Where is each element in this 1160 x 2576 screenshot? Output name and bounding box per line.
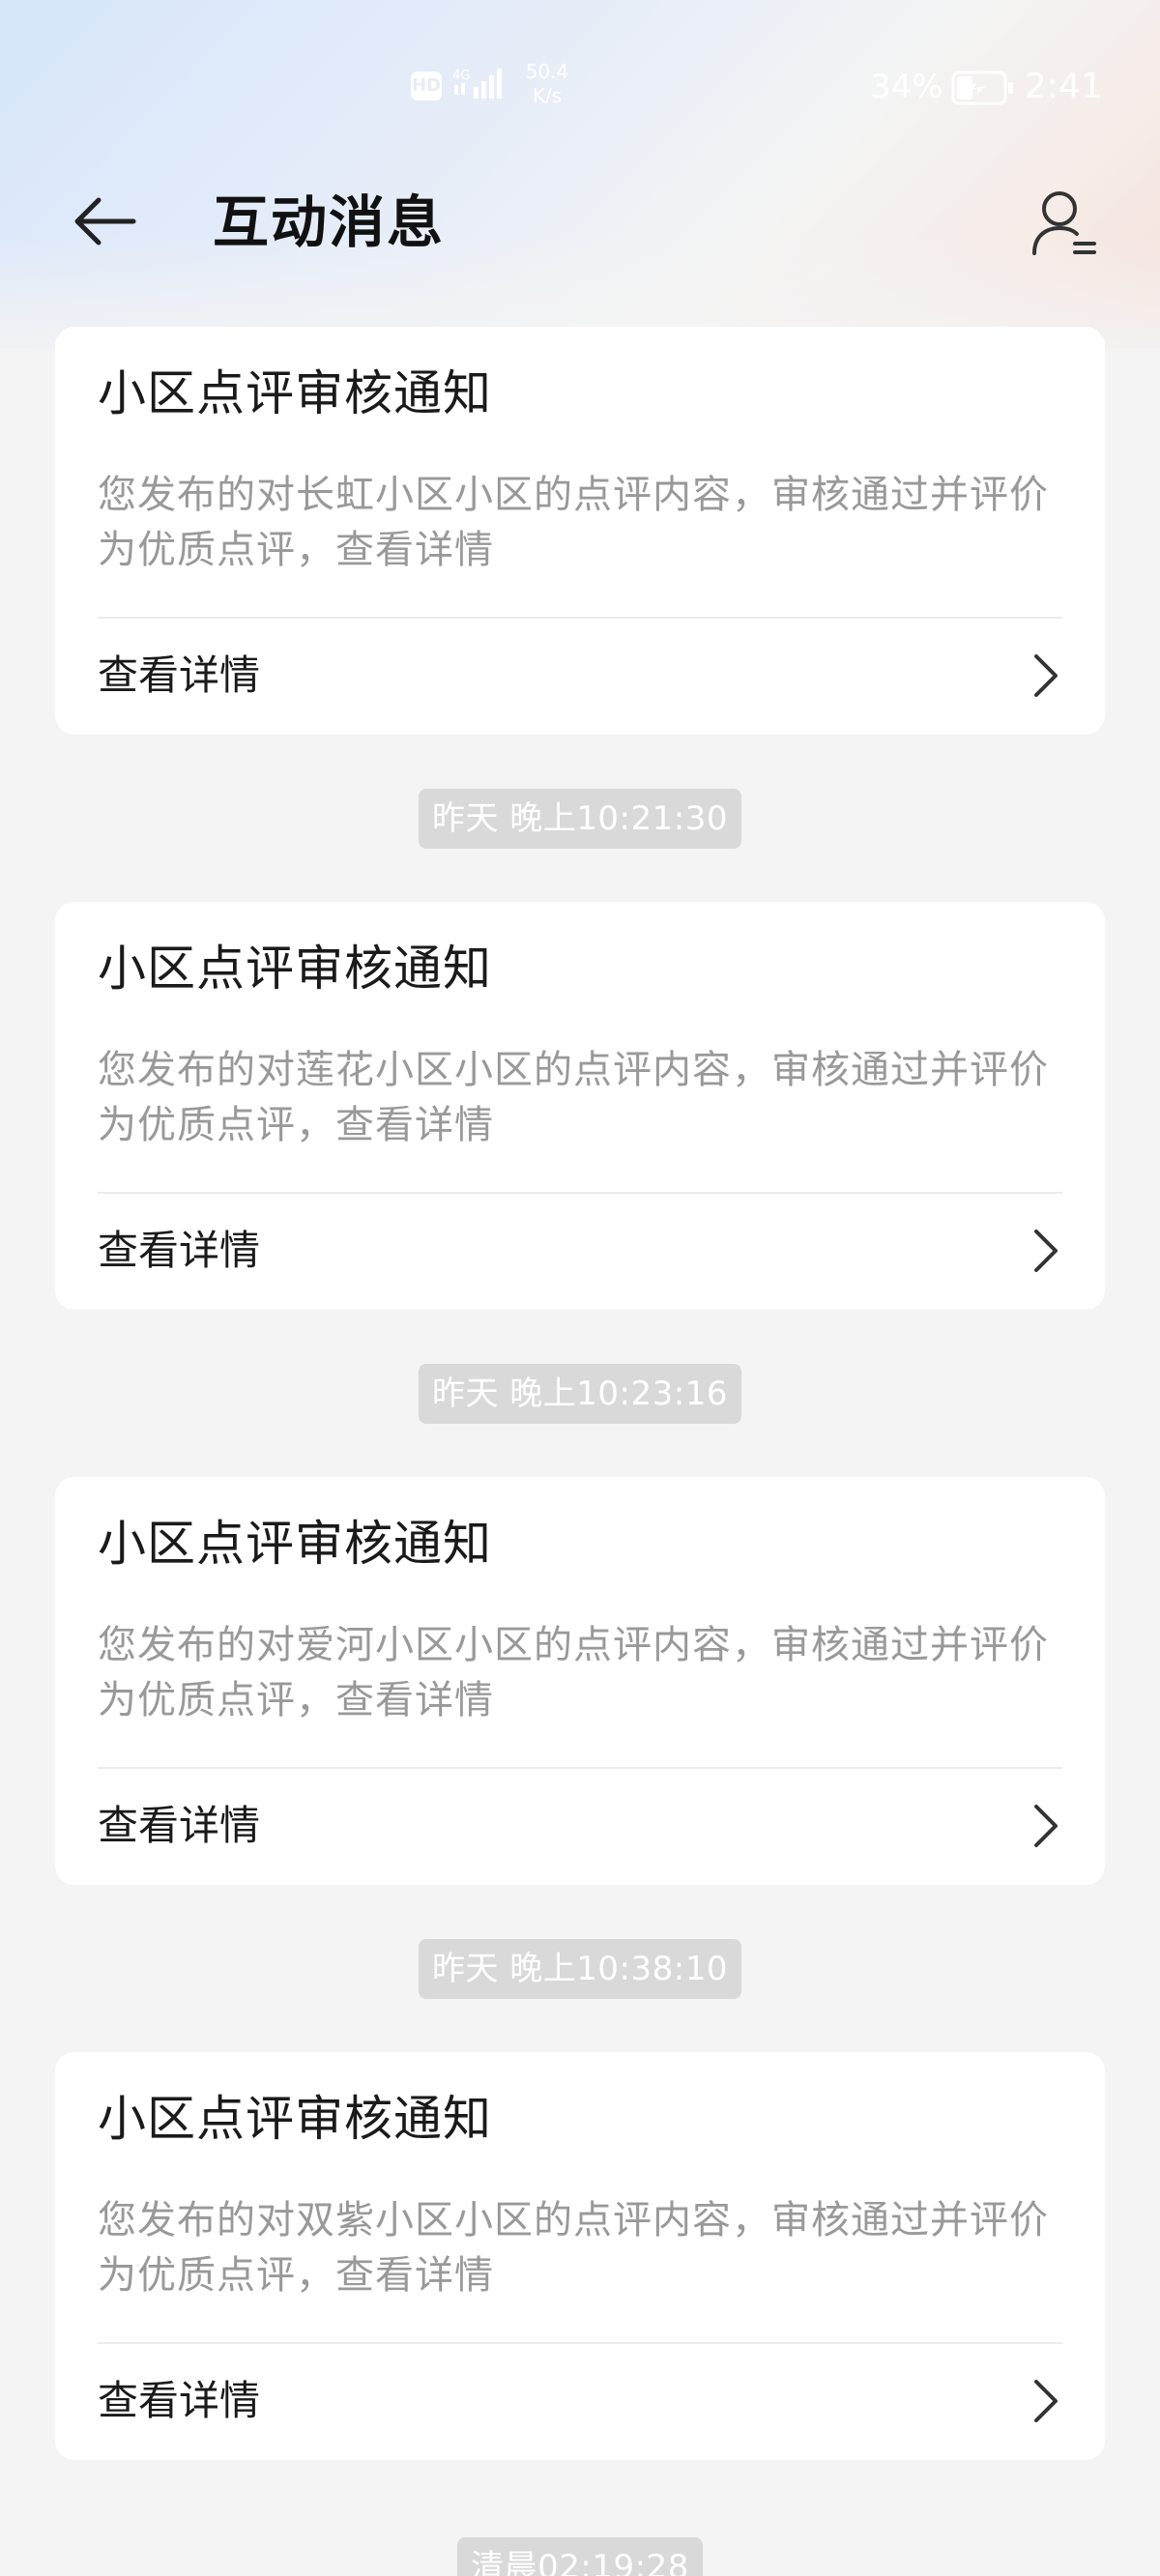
message-body: 您发布的对爱河小区小区的点评内容，审核通过并评价为优质点评，查看详情 <box>98 1623 1049 1722</box>
svg-text:4G: 4G <box>452 69 470 83</box>
back-button[interactable] <box>68 189 141 253</box>
message-card: 小区点评审核通知 您发布的对双紫小区小区的点评内容，审核通过并评价为优质点评，查… <box>55 2052 1105 2460</box>
message-title: 小区点评审核通知 <box>98 1516 492 1572</box>
timestamp-badge: 昨天 晚上10:23:16 <box>418 1363 741 1424</box>
timestamp-badge: 昨天 晚上10:38:10 <box>418 1938 741 1999</box>
battery-charging-icon <box>951 71 1013 105</box>
message-body: 您发布的对双紫小区小区的点评内容，审核通过并评价为优质点评，查看详情 <box>98 2198 1049 2298</box>
view-details-button[interactable]: 查看详情 <box>55 619 1105 735</box>
clock: 2:41 <box>1025 67 1103 106</box>
network-speed-unit: K/s <box>532 84 563 107</box>
message-body: 您发布的对莲花小区小区的点评内容，审核通过并评价为优质点评，查看详情 <box>98 1048 1049 1147</box>
user-settings-icon <box>1032 191 1096 255</box>
message-card: 小区点评审核通知 您发布的对长虹小区小区的点评内容，审核通过并评价为优质点评，查… <box>55 327 1105 735</box>
hd-badge: HD <box>411 72 442 101</box>
timestamp-row: 清晨02:19:28 <box>0 2460 1160 2576</box>
message-list: 小区点评审核通知 您发布的对长虹小区小区的点评内容，审核通过并评价为优质点评，查… <box>0 327 1160 2576</box>
timestamp-row: 昨天 晚上10:38:10 <box>0 1885 1160 2052</box>
network-speed: 50.4 K/s <box>518 60 576 108</box>
message-title: 小区点评审核通知 <box>98 365 492 421</box>
chevron-right-icon <box>1034 654 1058 697</box>
user-settings-button[interactable] <box>1027 186 1104 263</box>
view-details-label: 查看详情 <box>98 1802 261 1849</box>
view-details-button[interactable]: 查看详情 <box>55 1769 1105 1885</box>
view-details-button[interactable]: 查看详情 <box>55 2344 1105 2460</box>
network-speed-value: 50.4 <box>525 60 569 83</box>
timestamp-row: 昨天 晚上10:23:16 <box>0 1310 1160 1477</box>
message-title: 小区点评审核通知 <box>98 2091 492 2147</box>
message-body: 您发布的对长虹小区小区的点评内容，审核通过并评价为优质点评，查看详情 <box>98 473 1049 572</box>
timestamp-badge: 清晨02:19:28 <box>457 2537 703 2576</box>
chevron-right-icon <box>1034 1805 1058 1847</box>
signal-icon: 4G <box>452 69 502 99</box>
page-title: 互动消息 <box>213 189 446 255</box>
chevron-right-icon <box>1034 2380 1058 2422</box>
timestamp-row: 昨天 晚上10:21:30 <box>0 735 1160 902</box>
view-details-label: 查看详情 <box>98 2377 261 2424</box>
arrow-left-icon <box>74 197 136 246</box>
view-details-button[interactable]: 查看详情 <box>55 1194 1105 1310</box>
timestamp-badge: 昨天 晚上10:21:30 <box>418 788 741 849</box>
view-details-label: 查看详情 <box>98 1227 261 1274</box>
message-card: 小区点评审核通知 您发布的对莲花小区小区的点评内容，审核通过并评价为优质点评，查… <box>55 902 1105 1310</box>
message-card: 小区点评审核通知 您发布的对爱河小区小区的点评内容，审核通过并评价为优质点评，查… <box>55 1477 1105 1885</box>
battery-percent: 34% <box>870 68 943 106</box>
view-details-label: 查看详情 <box>98 651 261 699</box>
chevron-right-icon <box>1034 1230 1058 1272</box>
message-title: 小区点评审核通知 <box>98 941 492 997</box>
status-bar: HD 4G 50.4 K/s 34% 2:41 <box>0 0 1160 174</box>
